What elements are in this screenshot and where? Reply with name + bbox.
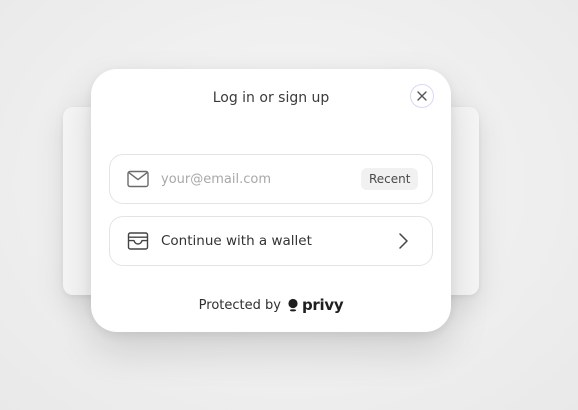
protected-by-text: Protected by (198, 297, 281, 313)
privy-logo-icon (288, 298, 298, 312)
protected-by-footer: Protected by privy (91, 296, 451, 314)
mail-icon (127, 170, 149, 188)
close-icon (417, 91, 427, 101)
chevron-right-icon (399, 233, 408, 249)
modal-title: Log in or sign up (212, 90, 330, 106)
email-field[interactable]: Recent (109, 154, 433, 204)
privy-brand-name: privy (301, 296, 344, 314)
close-button[interactable] (410, 84, 434, 108)
privy-brand: privy (287, 296, 344, 314)
email-input[interactable] (161, 169, 351, 189)
recent-badge: Recent (361, 168, 419, 190)
continue-with-wallet-button[interactable]: Continue with a wallet (109, 216, 433, 266)
login-modal: Log in or sign up Recent Continue with a… (91, 69, 451, 332)
wallet-label: Continue with a wallet (161, 233, 312, 249)
wallet-icon (127, 232, 149, 250)
